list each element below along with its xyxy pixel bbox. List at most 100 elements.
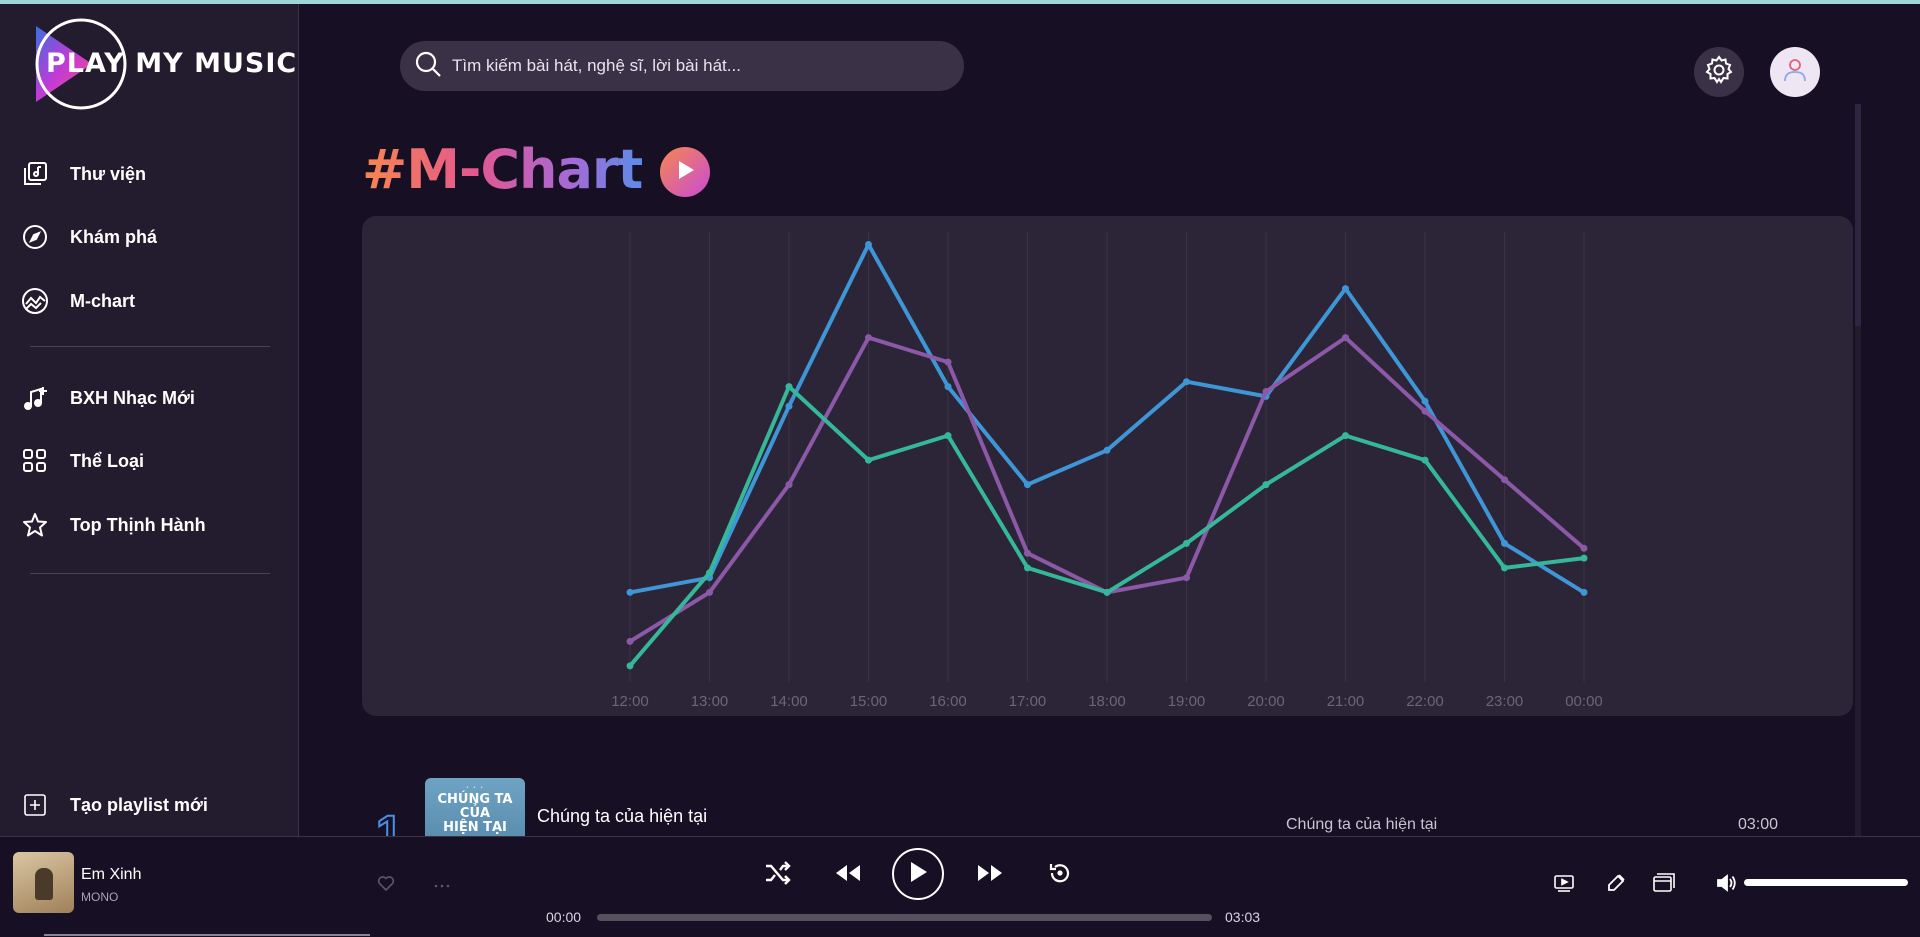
data-point[interactable] (865, 241, 872, 248)
search-bar[interactable] (400, 41, 964, 91)
now-playing-cover[interactable] (13, 852, 74, 913)
x-tick-label: 00:00 (1565, 693, 1603, 710)
sidebar-divider (30, 346, 270, 347)
data-point[interactable] (1024, 481, 1031, 489)
data-point[interactable] (944, 383, 952, 391)
sidebar-item-trending[interactable]: Top Thịnh Hành (20, 505, 206, 545)
data-point[interactable] (1103, 588, 1111, 596)
player-bar: Em Xinh MONO (0, 836, 1920, 937)
settings-button[interactable] (1694, 47, 1744, 97)
volume-slider[interactable] (1744, 879, 1908, 886)
more-options-button[interactable] (430, 873, 454, 897)
compass-icon (20, 222, 50, 252)
data-point[interactable] (1262, 388, 1270, 395)
sidebar-item-new-music[interactable]: BXH Nhạc Mới (20, 378, 195, 418)
chart-play-button[interactable] (660, 147, 710, 197)
x-tick-label: 17:00 (1009, 693, 1047, 710)
data-point[interactable] (1580, 588, 1588, 596)
data-point[interactable] (1421, 407, 1429, 415)
data-point[interactable] (706, 588, 713, 596)
current-time: 00:00 (546, 909, 582, 925)
rewind-icon (834, 863, 862, 888)
previous-button[interactable] (832, 859, 864, 891)
volume-button[interactable] (1714, 873, 1738, 897)
heart-icon (377, 874, 395, 897)
sidebar-item-label: BXH Nhạc Mới (70, 387, 195, 408)
search-input[interactable] (452, 56, 932, 76)
x-tick-label: 19:00 (1168, 693, 1206, 710)
data-point[interactable] (1501, 539, 1508, 547)
data-point[interactable] (944, 358, 952, 366)
create-playlist-button[interactable]: Tạo playlist mới (20, 785, 208, 825)
now-playing-artist[interactable]: MONO (81, 890, 118, 904)
data-point[interactable] (1580, 554, 1588, 562)
song-row[interactable]: 1 · · · CHÚNG TA CỦA HIỆN TẠI Chúng ta c… (362, 772, 1853, 836)
data-point[interactable] (865, 334, 872, 342)
chart-container: 12:00 13:00 14:00 15:00 16:00 17:00 18:00 19:00… (362, 216, 1853, 716)
data-point[interactable] (626, 637, 634, 645)
mv-button[interactable] (1552, 873, 1576, 897)
sidebar-item-library[interactable]: Thư viện (20, 154, 146, 194)
song-album[interactable]: Chúng ta của hiện tại (1286, 816, 1437, 834)
like-button[interactable] (374, 873, 398, 897)
sidebar-item-discover[interactable]: Khám phá (20, 217, 157, 257)
user-avatar-button[interactable] (1770, 47, 1820, 97)
cover-text: CỦA (459, 806, 491, 821)
x-tick-label: 20:00 (1247, 693, 1285, 710)
song-title[interactable]: Chúng ta của hiện tại (537, 806, 707, 827)
data-point[interactable] (865, 456, 872, 464)
now-playing-title[interactable]: Em Xinh (81, 866, 141, 884)
data-point[interactable] (626, 662, 634, 670)
data-point[interactable] (1501, 564, 1508, 572)
data-point[interactable] (1183, 574, 1190, 582)
shuffle-button[interactable] (762, 859, 794, 891)
sidebar-item-mchart[interactable]: M-chart (20, 281, 135, 321)
total-time: 03:03 (1225, 909, 1261, 925)
data-point[interactable] (1342, 285, 1349, 293)
scrollbar-thumb[interactable] (1855, 104, 1861, 326)
sidebar-item-genres[interactable]: Thể Loại (20, 441, 144, 481)
data-point[interactable] (785, 402, 793, 410)
data-point[interactable] (1262, 481, 1270, 489)
repeat-icon (1048, 861, 1072, 890)
data-point[interactable] (1183, 539, 1190, 547)
data-point[interactable] (1501, 476, 1508, 484)
data-point[interactable] (1580, 544, 1588, 552)
fast-forward-icon (976, 863, 1004, 888)
data-point[interactable] (1103, 446, 1111, 454)
data-point[interactable] (1421, 397, 1429, 405)
app-logo[interactable]: PLAY MY MUSIC (32, 16, 296, 112)
bottom-indicator (44, 934, 370, 936)
next-button[interactable] (974, 859, 1006, 891)
data-point[interactable] (1342, 334, 1349, 342)
data-point[interactable] (1183, 378, 1190, 386)
data-point[interactable] (785, 383, 793, 391)
video-icon (1554, 874, 1574, 897)
play-pause-button[interactable] (892, 848, 944, 900)
data-point[interactable] (1024, 564, 1031, 572)
mini-player-button[interactable] (1652, 872, 1676, 898)
x-tick-label: 14:00 (770, 693, 808, 710)
add-box-icon (20, 790, 50, 820)
repeat-button[interactable] (1044, 859, 1076, 891)
progress-bar[interactable] (597, 914, 1212, 921)
cover-caption: · · · (466, 784, 484, 792)
data-point[interactable] (1024, 549, 1031, 557)
sidebar-item-label: Khám phá (70, 226, 158, 247)
data-point[interactable] (1421, 456, 1429, 464)
x-tick-label: 15:00 (850, 693, 888, 710)
cover-text: CHÚNG TA (437, 792, 513, 807)
x-tick-label: 13:00 (691, 693, 729, 710)
x-tick-label: 12:00 (611, 693, 649, 710)
song-duration: 03:00 (1738, 816, 1779, 833)
data-point[interactable] (785, 481, 793, 489)
data-point[interactable] (706, 569, 713, 577)
line-chart: 12:00 13:00 14:00 15:00 16:00 17:00 18:00 19:00… (611, 232, 1603, 710)
data-point[interactable] (626, 588, 634, 596)
data-point[interactable] (944, 432, 952, 440)
gear-icon (1704, 54, 1734, 90)
song-cover[interactable]: · · · CHÚNG TA CỦA HIỆN TẠI (425, 778, 525, 836)
window-icon (1653, 872, 1675, 898)
karaoke-button[interactable] (1604, 873, 1628, 897)
data-point[interactable] (1342, 432, 1349, 440)
